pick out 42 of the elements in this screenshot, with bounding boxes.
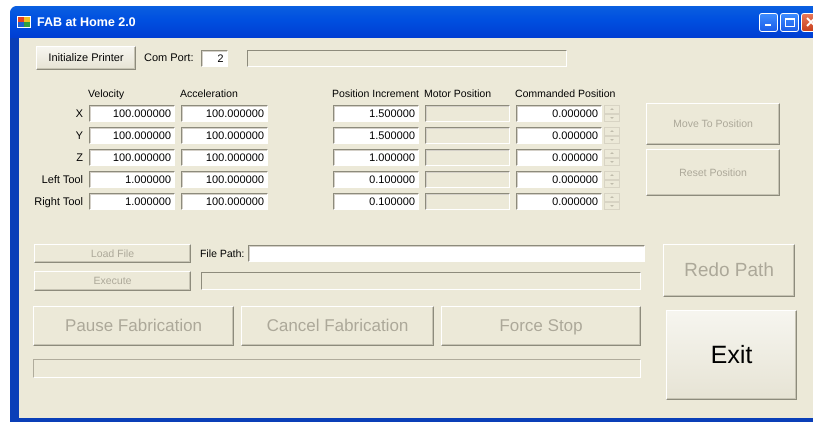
column-header: Acceleration	[180, 88, 239, 100]
acceleration-field[interactable]: 100.000000	[181, 171, 268, 188]
velocity-field[interactable]: 1.000000	[89, 193, 175, 210]
position-increment-field[interactable]: 0.100000	[333, 193, 419, 210]
position-increment-field[interactable]: 0.100000	[333, 171, 419, 188]
velocity-field[interactable]: 100.000000	[89, 149, 175, 166]
commanded-position-field[interactable]: 0.000000	[516, 127, 602, 144]
commanded-position-field[interactable]: 0.000000	[516, 171, 602, 188]
app-icon	[16, 14, 32, 30]
commanded-position-field[interactable]: 0.000000	[516, 193, 602, 210]
column-header: Position Increment	[332, 88, 419, 100]
maximize-button[interactable]	[780, 12, 799, 32]
acceleration-field[interactable]: 100.000000	[181, 149, 268, 166]
window-title: FAB at Home 2.0	[37, 15, 137, 29]
com-port-field[interactable]: 2	[200, 50, 228, 66]
exit-button[interactable]: Exit	[666, 310, 797, 400]
minimize-button[interactable]	[759, 12, 778, 32]
initialize-printer-button[interactable]: Initialize Printer	[36, 46, 136, 70]
acceleration-field[interactable]: 100.000000	[181, 105, 268, 122]
acceleration-field[interactable]: 100.000000	[181, 127, 268, 144]
velocity-field[interactable]: 1.000000	[89, 171, 175, 188]
position-increment-field[interactable]: 1.500000	[333, 127, 419, 144]
commanded-position-field[interactable]: 0.000000	[516, 149, 602, 166]
commanded-position-field[interactable]: 0.000000	[516, 105, 602, 122]
velocity-field[interactable]: 100.000000	[89, 127, 175, 144]
axis-label: Right Tool	[33, 196, 83, 208]
column-header: Commanded Position	[515, 88, 616, 100]
velocity-field[interactable]: 100.000000	[89, 105, 175, 122]
axis-label: Z	[75, 152, 83, 164]
axis-label: Left Tool	[40, 174, 83, 186]
column-header: Velocity	[88, 88, 126, 100]
position-increment-field[interactable]: 1.500000	[333, 105, 419, 122]
column-header: Motor Position	[424, 88, 492, 100]
position-increment-field[interactable]: 1.000000	[333, 149, 419, 166]
file-path-field[interactable]	[248, 245, 646, 262]
file-path-label: File Path:	[200, 248, 244, 260]
com-port-label: Com Port:	[144, 52, 194, 64]
maximize-icon	[784, 18, 794, 26]
axis-label: X	[74, 108, 83, 120]
close-icon	[806, 17, 813, 27]
axis-label: Y	[74, 130, 83, 142]
acceleration-field[interactable]: 100.000000	[181, 193, 268, 210]
